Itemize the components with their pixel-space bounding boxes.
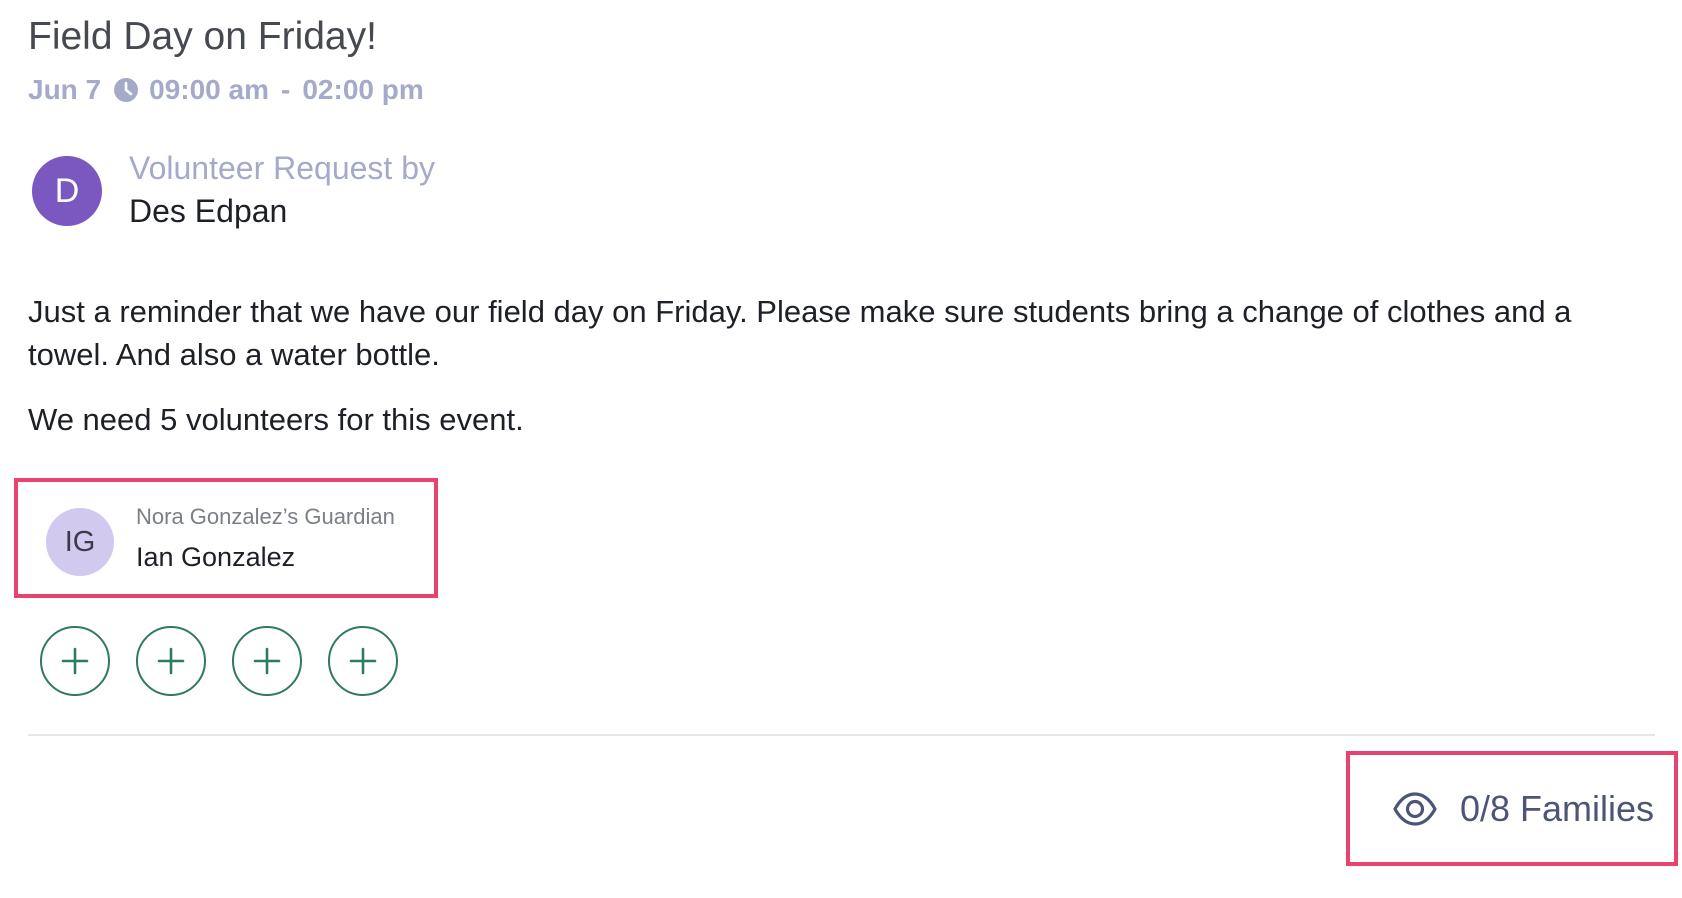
event-end-time: 02:00 pm xyxy=(302,74,424,105)
author-avatar: D xyxy=(32,156,102,226)
event-description: Just a reminder that we have our field d… xyxy=(28,290,1648,463)
clock-icon xyxy=(113,77,139,103)
volunteer-card[interactable]: IG Nora Gonzalez’s Guardian Ian Gonzalez xyxy=(14,478,438,598)
add-volunteer-button[interactable] xyxy=(328,626,398,696)
open-volunteer-slots xyxy=(40,626,424,696)
volunteer-request-page: Field Day on Friday! Jun 7 09:00 am - 02… xyxy=(0,0,1682,898)
time-separator: - xyxy=(281,74,291,105)
plus-icon xyxy=(349,647,377,675)
plus-icon xyxy=(253,647,281,675)
author-caption: Volunteer Request by xyxy=(129,150,435,186)
volunteer-role: Nora Gonzalez’s Guardian xyxy=(136,504,395,529)
event-start-time: 09:00 am xyxy=(149,74,270,105)
event-date: Jun 7 xyxy=(28,74,102,105)
add-volunteer-button[interactable] xyxy=(136,626,206,696)
volunteer-avatar: IG xyxy=(46,508,114,576)
event-title: Field Day on Friday! xyxy=(28,15,377,58)
volunteer-need-text: We need 5 volunteers for this event. xyxy=(28,402,524,437)
author-name: Des Edpan xyxy=(129,193,288,229)
plus-icon xyxy=(157,647,185,675)
plus-icon xyxy=(61,647,89,675)
families-seen-button[interactable]: 0/8 Families xyxy=(1346,751,1678,866)
description-paragraph: Just a reminder that we have our field d… xyxy=(28,294,1572,372)
volunteer-name: Ian Gonzalez xyxy=(136,542,296,572)
divider xyxy=(28,734,1655,736)
event-datetime: Jun 7 09:00 am - 02:00 pm xyxy=(28,70,424,110)
eye-icon xyxy=(1392,786,1438,832)
add-volunteer-button[interactable] xyxy=(40,626,110,696)
add-volunteer-button[interactable] xyxy=(232,626,302,696)
families-seen-count: 0/8 Families xyxy=(1459,787,1654,829)
